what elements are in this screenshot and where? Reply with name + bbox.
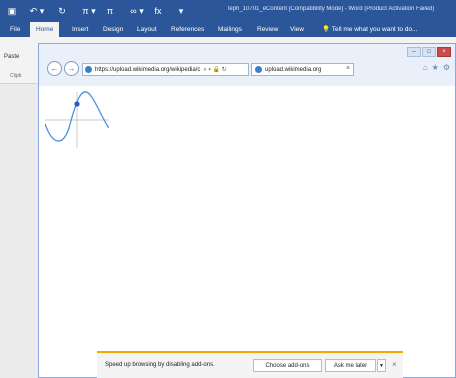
word-ribbon-tabs: File Home Insert Design Layout Reference… [0, 22, 456, 37]
minimize-button[interactable]: – [407, 47, 421, 57]
back-button[interactable]: ← [47, 61, 62, 76]
tab-layout[interactable]: Layout [131, 22, 163, 37]
ask-me-later-button[interactable]: Ask me later [325, 359, 376, 372]
tab-view[interactable]: View [284, 22, 310, 37]
back-arrow-icon: ← [50, 64, 59, 73]
forward-arrow-icon: → [67, 64, 76, 73]
tab-mailings[interactable]: Mailings [212, 22, 248, 37]
word-window-title: leph_10701_eContent [Compatibility Mode]… [228, 6, 435, 12]
ie-window: – □ × ← → https://upload.wikimedia.org/w… [38, 43, 456, 378]
browser-tab[interactable]: upload.wikimedia.org × [251, 63, 354, 76]
document-left-margin [0, 84, 38, 378]
notification-message: Speed up browsing by disabling add-ons. [105, 362, 215, 368]
equation-dropdown-icon[interactable]: π ▾ [80, 4, 98, 18]
address-bar[interactable]: https://upload.wikimedia.org/wikipedia/c… [82, 63, 249, 76]
customize-qat-icon[interactable]: ▾ [176, 4, 186, 18]
site-globe-icon [85, 66, 92, 73]
tab-close-icon[interactable]: × [346, 65, 350, 72]
tab-title: upload.wikimedia.org [265, 66, 322, 73]
address-controls-icon[interactable]: ⌕ ▾ 🔒 ↻ [203, 66, 226, 74]
paste-button[interactable]: Paste [4, 54, 19, 60]
tab-review[interactable]: Review [251, 22, 284, 37]
pi-icon[interactable]: π [104, 4, 116, 18]
tab-design[interactable]: Design [97, 22, 129, 37]
tab-file[interactable]: File [4, 22, 26, 37]
settings-gear-icon[interactable]: ⚙ [443, 63, 450, 72]
ie-window-controls: – □ × [407, 47, 451, 57]
close-window-button[interactable]: × [437, 47, 451, 57]
choose-addons-button[interactable]: Choose add-ons [253, 359, 322, 372]
forward-button[interactable]: → [64, 61, 79, 76]
ask-later-dropdown-icon[interactable]: ▼ [377, 359, 386, 372]
tab-favicon-icon [255, 66, 262, 73]
tell-me-search[interactable]: 💡 Tell me what you want to do... [316, 22, 423, 37]
word-title-bar: ▣ ↶ ▾ ↻ π ▾ π ∞ ▾ fx ▾ leph_10701_eConte… [0, 0, 456, 22]
curve-point [74, 101, 80, 107]
function-icon[interactable]: fx [152, 4, 164, 18]
tab-references[interactable]: References [165, 22, 210, 37]
tab-insert[interactable]: Insert [66, 22, 94, 37]
maximize-button[interactable]: □ [422, 47, 436, 57]
undo-icon[interactable]: ↶ ▾ [28, 4, 46, 18]
favorites-star-icon[interactable]: ★ [432, 63, 439, 72]
addons-notification-bar: Speed up browsing by disabling add-ons. … [97, 351, 403, 378]
infinity-dropdown-icon[interactable]: ∞ ▾ [128, 4, 146, 18]
tell-me-text: Tell me what you want to do... [331, 26, 418, 33]
clipboard-group-label: Clipb [10, 73, 22, 79]
sine-graph-image [45, 86, 109, 150]
redo-icon[interactable]: ↻ [56, 4, 68, 18]
ie-toolbar-icons: ⌂ ★ ⚙ [423, 63, 450, 72]
notification-close-icon[interactable]: × [392, 360, 397, 369]
tab-home[interactable]: Home [30, 22, 60, 37]
address-url: https://upload.wikimedia.org/wikipedia/c [95, 66, 201, 73]
save-icon[interactable]: ▣ [6, 4, 18, 18]
home-icon[interactable]: ⌂ [423, 63, 428, 72]
lightbulb-icon: 💡 [322, 26, 331, 33]
